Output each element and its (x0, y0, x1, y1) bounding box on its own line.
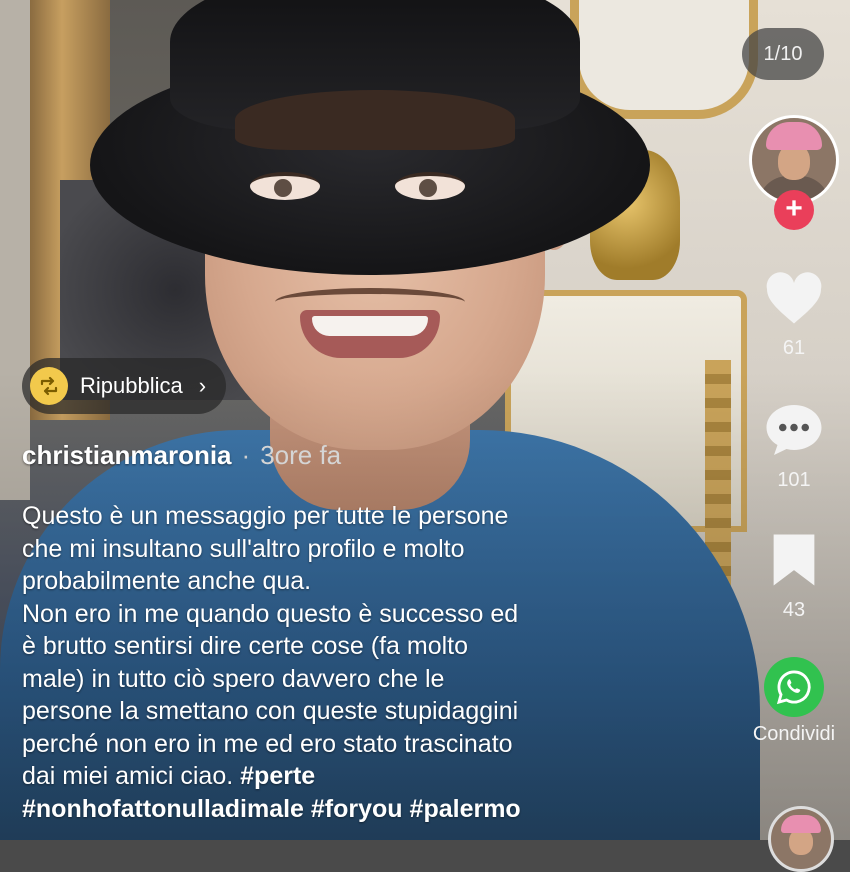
caption-line: probabilmente anche qua. (22, 567, 312, 595)
save-button[interactable]: 43 (746, 532, 842, 622)
username-link[interactable]: christianmaronia (22, 440, 232, 471)
comment-button[interactable]: 101 (746, 402, 842, 492)
hashtag-link[interactable]: #foryou (311, 795, 403, 823)
caption-line: male) in tutto ciò spero davvero che le (22, 664, 445, 693)
caption-line: dai miei amici ciao. #perte (22, 760, 722, 793)
photo-counter: 1/10 (742, 28, 824, 80)
person-eye-left (250, 172, 320, 200)
comment-icon (766, 405, 822, 455)
person-mouth (300, 310, 440, 358)
meta-separator: · (241, 440, 251, 470)
caption-line: Questo è un messaggio per tutte le perso… (22, 502, 509, 530)
caption-line: persone la smettano con queste stupidagg… (22, 697, 519, 725)
sound-disc-avatar[interactable] (768, 806, 834, 872)
hashtag-link[interactable]: #perte (240, 762, 315, 790)
post-caption: Questo è un messaggio per tutte le perso… (22, 500, 722, 825)
share-label: Condividi (752, 723, 836, 745)
avatar-hat (766, 122, 822, 150)
hashtag-link[interactable]: #palermo (410, 795, 521, 823)
caption-line: Non ero in me quando questo è successo e… (22, 599, 519, 628)
mini-avatar-hat (781, 815, 821, 833)
person-hair (235, 90, 515, 150)
person-eye-right (395, 172, 465, 200)
share-button[interactable]: Condividi (746, 657, 842, 746)
whatsapp-glyph (776, 670, 811, 705)
heart-icon (766, 272, 822, 324)
caption-line: #nonhofattonulladimale #foryou #palermo (22, 793, 722, 826)
caption-line: perché non ero in me ed ero stato trasci… (22, 729, 513, 758)
caption-line: che mi insultano sull'altro profilo e mo… (22, 534, 465, 563)
post-time: 3ore fa (260, 440, 342, 470)
repost-label: Ripubblica (80, 373, 183, 398)
repost-chip[interactable]: Ripubblica › (22, 358, 227, 414)
repost-icon (30, 367, 68, 405)
caption-text: dai miei amici ciao. (22, 762, 234, 790)
comment-count: 101 (777, 469, 811, 491)
like-count: 61 (782, 337, 806, 359)
whatsapp-icon (764, 657, 824, 717)
caption-line: è brutto sentirsi dire certe cose (fa mo… (22, 632, 469, 660)
bookmark-icon (773, 534, 815, 586)
chevron-right-icon: › (198, 373, 207, 398)
follow-button[interactable]: + (774, 190, 814, 230)
save-count: 43 (782, 599, 806, 621)
like-button[interactable]: 61 (746, 272, 842, 360)
repost-arrows (40, 376, 58, 396)
post-meta: christianmaronia · 3ore fa (22, 440, 341, 471)
hashtag-link[interactable]: #nonhofattonulladimale (22, 795, 304, 823)
